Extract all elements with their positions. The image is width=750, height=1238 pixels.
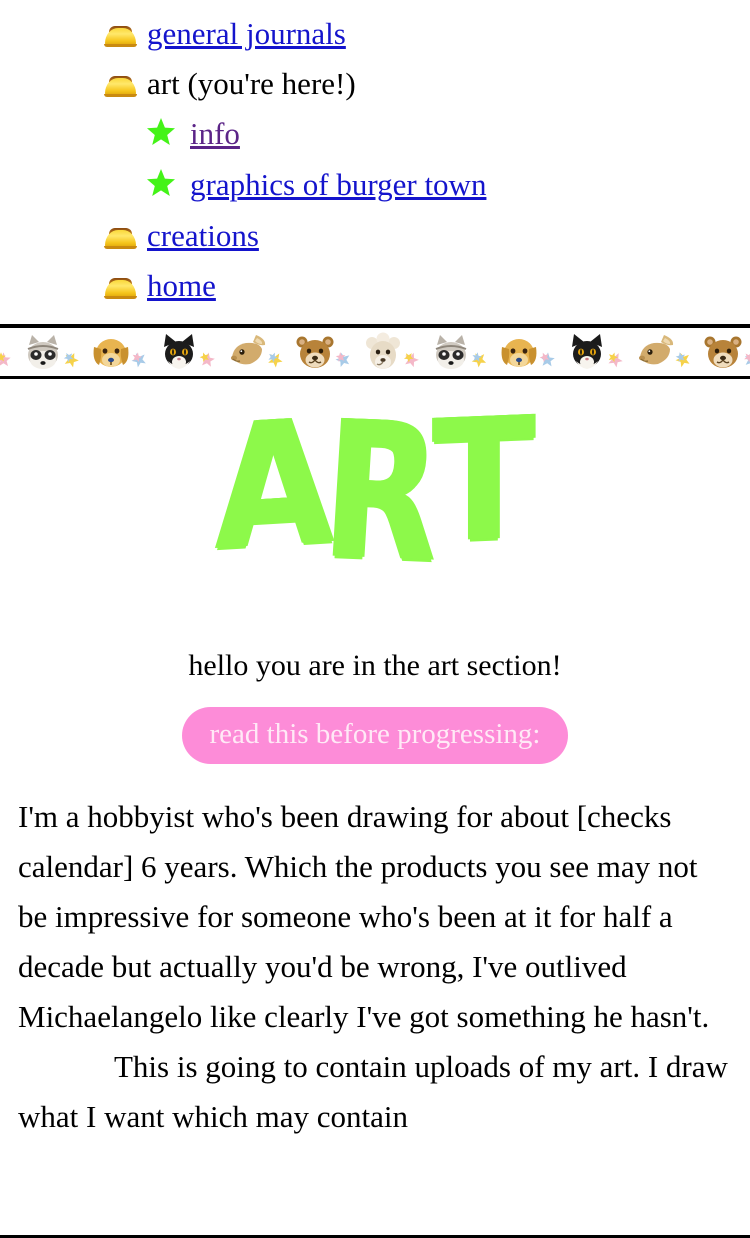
bear-face-icon <box>702 331 744 373</box>
nav-item-creations[interactable]: creations <box>0 210 750 260</box>
greeting-text: hello you are in the art section! <box>188 649 562 682</box>
nav-item-art-current: art (you're here!) <box>0 58 750 108</box>
sparkle-icon <box>403 331 430 373</box>
bear-face-icon <box>294 331 336 373</box>
sparkle-icon <box>199 331 226 373</box>
nav-link-info[interactable]: info <box>190 118 240 149</box>
sparkle-icon <box>744 331 750 373</box>
sparkle-icon <box>268 331 294 373</box>
sparkle-icon <box>63 331 90 373</box>
page-title: ART <box>214 380 531 604</box>
dome-bullet-icon <box>104 25 137 47</box>
page-title-letter-a: A <box>214 382 328 589</box>
sparkle-icon <box>0 331 22 373</box>
raccoon-face-icon <box>22 331 64 373</box>
dome-bullet-icon <box>104 227 137 249</box>
paragraph-1: I'm a hobbyist who's been drawing for ab… <box>18 799 710 1034</box>
nav-link-general-journals[interactable]: general journals <box>147 18 346 49</box>
nav-link-home[interactable]: home <box>147 270 216 301</box>
article-body: I'm a hobbyist who's been drawing for ab… <box>0 792 750 1142</box>
sparkle-icon <box>608 331 634 373</box>
paragraph-2: This is going to contain uploads of my a… <box>18 1049 728 1134</box>
dog-face-icon <box>90 331 132 373</box>
rabbit-face-icon <box>226 331 268 373</box>
page-title-banner: ART <box>0 379 750 604</box>
dog-face-icon <box>498 331 540 373</box>
sparkle-icon <box>131 331 158 373</box>
rabbit-face-icon <box>634 331 676 373</box>
animal-sticker-border <box>0 324 750 379</box>
nav-label-art-current: art (you're here!) <box>147 65 356 101</box>
cat-face-icon <box>566 331 608 373</box>
page-title-letter-r: R <box>318 380 440 605</box>
nav-item-graphics-of-burger-town[interactable]: graphics of burger town <box>0 159 750 210</box>
nav-item-general-journals[interactable]: general journals <box>0 8 750 58</box>
dome-bullet-icon <box>104 277 137 299</box>
warning-pill-badge: read this before progressing: <box>181 707 569 764</box>
nav-item-info[interactable]: info <box>0 108 750 159</box>
sparkle-icon <box>471 331 498 373</box>
animal-sticker-row <box>0 328 750 376</box>
nav-link-creations[interactable]: creations <box>147 220 259 251</box>
sheep-face-icon <box>362 331 404 373</box>
dome-bullet-icon <box>104 75 137 97</box>
site-nav: general journals art (you're here!) info… <box>0 0 750 310</box>
sparkle-icon <box>539 331 566 373</box>
nav-link-graphics-of-burger-town[interactable]: graphics of burger town <box>190 169 486 200</box>
nav-item-home[interactable]: home <box>0 260 750 310</box>
sparkle-icon <box>675 331 702 373</box>
star-bullet-icon <box>146 117 176 147</box>
warning-pill-row: read this before progressing: <box>0 707 750 764</box>
star-bullet-icon <box>146 168 176 198</box>
raccoon-face-icon <box>430 331 472 373</box>
sparkle-icon <box>335 331 362 373</box>
page-title-letter-t: T <box>433 380 529 581</box>
cat-face-icon <box>158 331 200 373</box>
